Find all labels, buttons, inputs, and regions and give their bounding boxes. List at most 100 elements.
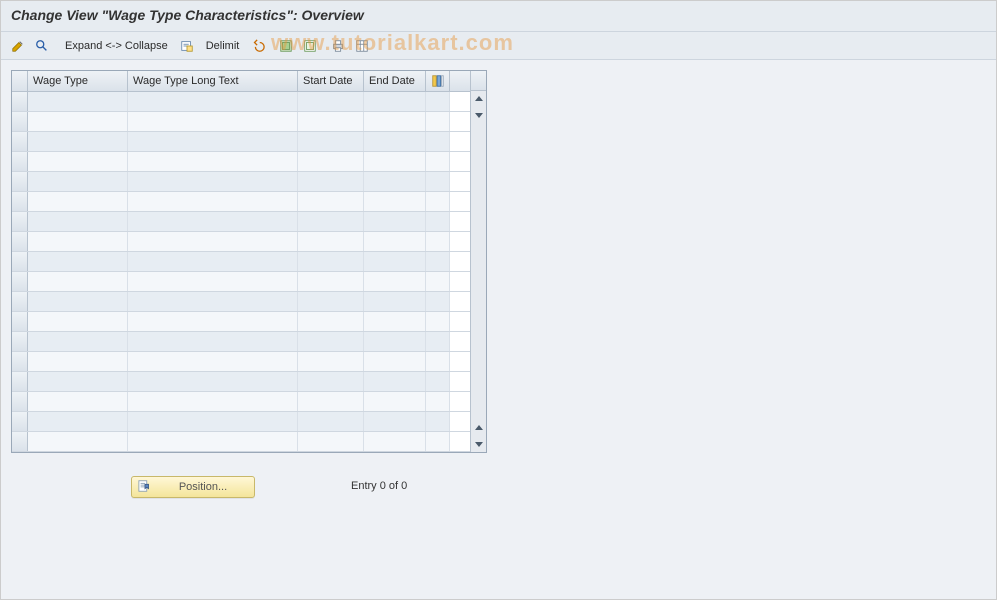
cell-start-date[interactable] bbox=[298, 152, 364, 171]
cell-wage-type-long[interactable] bbox=[128, 192, 298, 211]
cell-wage-type-long[interactable] bbox=[128, 392, 298, 411]
cell-wage-type-long[interactable] bbox=[128, 412, 298, 431]
undo-button[interactable] bbox=[247, 36, 269, 56]
cell-end-date[interactable] bbox=[364, 372, 426, 391]
cell-wage-type-long[interactable] bbox=[128, 132, 298, 151]
deselect-all-button[interactable] bbox=[299, 36, 321, 56]
row-selector[interactable] bbox=[12, 152, 28, 171]
row-selector[interactable] bbox=[12, 432, 28, 451]
cell-start-date[interactable] bbox=[298, 232, 364, 251]
cell-end-date[interactable] bbox=[364, 152, 426, 171]
cell-end-date[interactable] bbox=[364, 432, 426, 451]
cell-wage-type[interactable] bbox=[28, 172, 128, 191]
cell-wage-type[interactable] bbox=[28, 292, 128, 311]
details-button[interactable] bbox=[31, 36, 53, 56]
cell-wage-type[interactable] bbox=[28, 412, 128, 431]
delimit-button[interactable]: Delimit bbox=[200, 36, 246, 56]
cell-start-date[interactable] bbox=[298, 352, 364, 371]
cell-wage-type-long[interactable] bbox=[128, 272, 298, 291]
cell-end-date[interactable] bbox=[364, 192, 426, 211]
cell-wage-type[interactable] bbox=[28, 92, 128, 111]
cell-wage-type-long[interactable] bbox=[128, 92, 298, 111]
cell-wage-type[interactable] bbox=[28, 272, 128, 291]
cell-end-date[interactable] bbox=[364, 352, 426, 371]
cell-end-date[interactable] bbox=[364, 172, 426, 191]
column-header-end-date[interactable]: End Date bbox=[364, 71, 426, 91]
row-selector[interactable] bbox=[12, 192, 28, 211]
scroll-up-button[interactable] bbox=[472, 92, 486, 106]
cell-start-date[interactable] bbox=[298, 192, 364, 211]
row-selector[interactable] bbox=[12, 172, 28, 191]
row-selector[interactable] bbox=[12, 312, 28, 331]
cell-wage-type-long[interactable] bbox=[128, 232, 298, 251]
row-selector[interactable] bbox=[12, 372, 28, 391]
cell-end-date[interactable] bbox=[364, 232, 426, 251]
cell-wage-type[interactable] bbox=[28, 352, 128, 371]
cell-start-date[interactable] bbox=[298, 312, 364, 331]
cell-start-date[interactable] bbox=[298, 172, 364, 191]
cell-start-date[interactable] bbox=[298, 432, 364, 451]
cell-start-date[interactable] bbox=[298, 372, 364, 391]
toggle-display-change-button[interactable] bbox=[7, 36, 29, 56]
row-selector[interactable] bbox=[12, 272, 28, 291]
scroll-down-bottom-button[interactable] bbox=[472, 437, 486, 451]
cell-wage-type[interactable] bbox=[28, 372, 128, 391]
row-selector[interactable] bbox=[12, 252, 28, 271]
cell-wage-type-long[interactable] bbox=[128, 332, 298, 351]
cell-wage-type[interactable] bbox=[28, 192, 128, 211]
cell-wage-type[interactable] bbox=[28, 252, 128, 271]
scroll-up-bottom-button[interactable] bbox=[472, 421, 486, 435]
table-settings-button[interactable] bbox=[351, 36, 373, 56]
cell-end-date[interactable] bbox=[364, 132, 426, 151]
cell-start-date[interactable] bbox=[298, 292, 364, 311]
cell-wage-type-long[interactable] bbox=[128, 292, 298, 311]
cell-wage-type-long[interactable] bbox=[128, 152, 298, 171]
column-header-wage-type[interactable]: Wage Type bbox=[28, 71, 128, 91]
cell-wage-type-long[interactable] bbox=[128, 112, 298, 131]
cell-start-date[interactable] bbox=[298, 412, 364, 431]
cell-end-date[interactable] bbox=[364, 292, 426, 311]
expand-collapse-button[interactable]: Expand <-> Collapse bbox=[59, 36, 174, 56]
cell-end-date[interactable] bbox=[364, 92, 426, 111]
cell-end-date[interactable] bbox=[364, 272, 426, 291]
column-header-wage-type-long[interactable]: Wage Type Long Text bbox=[128, 71, 298, 91]
cell-end-date[interactable] bbox=[364, 252, 426, 271]
row-selector[interactable] bbox=[12, 132, 28, 151]
cell-wage-type-long[interactable] bbox=[128, 212, 298, 231]
print-button[interactable] bbox=[327, 36, 349, 56]
cell-end-date[interactable] bbox=[364, 312, 426, 331]
row-selector[interactable] bbox=[12, 352, 28, 371]
cell-wage-type[interactable] bbox=[28, 332, 128, 351]
vertical-scrollbar[interactable] bbox=[470, 71, 486, 452]
cell-wage-type-long[interactable] bbox=[128, 252, 298, 271]
cell-start-date[interactable] bbox=[298, 132, 364, 151]
cell-start-date[interactable] bbox=[298, 272, 364, 291]
cell-start-date[interactable] bbox=[298, 252, 364, 271]
column-configure-button[interactable] bbox=[426, 71, 450, 91]
cell-start-date[interactable] bbox=[298, 332, 364, 351]
row-selector[interactable] bbox=[12, 412, 28, 431]
row-selector[interactable] bbox=[12, 392, 28, 411]
position-button[interactable]: Position... bbox=[131, 476, 255, 498]
row-selector-header[interactable] bbox=[12, 71, 28, 91]
cell-start-date[interactable] bbox=[298, 392, 364, 411]
cell-end-date[interactable] bbox=[364, 112, 426, 131]
cell-end-date[interactable] bbox=[364, 332, 426, 351]
cell-start-date[interactable] bbox=[298, 92, 364, 111]
row-selector[interactable] bbox=[12, 92, 28, 111]
row-selector[interactable] bbox=[12, 212, 28, 231]
row-selector[interactable] bbox=[12, 292, 28, 311]
select-all-button[interactable] bbox=[275, 36, 297, 56]
new-entries-button[interactable] bbox=[176, 36, 198, 56]
cell-wage-type[interactable] bbox=[28, 132, 128, 151]
cell-end-date[interactable] bbox=[364, 212, 426, 231]
scroll-down-button[interactable] bbox=[472, 108, 486, 122]
cell-wage-type[interactable] bbox=[28, 152, 128, 171]
cell-wage-type-long[interactable] bbox=[128, 172, 298, 191]
cell-wage-type[interactable] bbox=[28, 432, 128, 451]
cell-wage-type-long[interactable] bbox=[128, 372, 298, 391]
cell-end-date[interactable] bbox=[364, 392, 426, 411]
row-selector[interactable] bbox=[12, 112, 28, 131]
row-selector[interactable] bbox=[12, 232, 28, 251]
cell-wage-type[interactable] bbox=[28, 392, 128, 411]
